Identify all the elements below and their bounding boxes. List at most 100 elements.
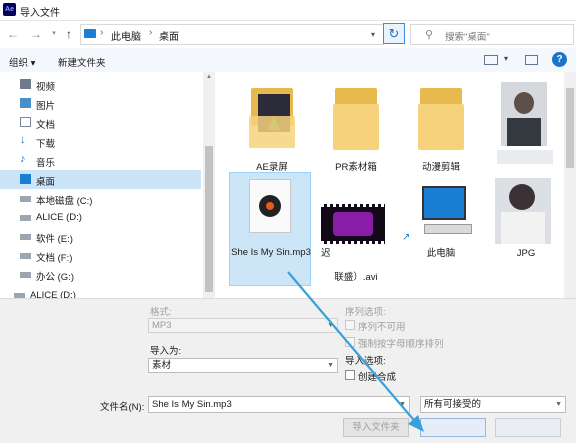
breadcrumb-this-pc[interactable]: 此电脑 [111, 28, 141, 43]
sidebar-item-label: 下载 [36, 139, 56, 150]
sidebar-item-downloads[interactable]: ↓ 下载 [0, 132, 201, 151]
sequence-checkbox[interactable] [345, 320, 355, 330]
chevron-down-icon: ▼ [399, 401, 406, 408]
history-dropdown-icon[interactable]: ▾ [47, 27, 61, 41]
file-item-this-pc[interactable]: ↗ 此电脑 [400, 176, 482, 286]
blurred-label [497, 150, 553, 164]
sidebar-item-music[interactable]: ♪ 音乐 [0, 151, 201, 170]
sidebar-item-desktop[interactable]: 桌面 [0, 170, 201, 189]
sidebar-item-drive-c[interactable]: 本地磁盘 (C:) [0, 189, 201, 208]
file-item-photo[interactable] [485, 80, 567, 190]
import-options-label: 导入选项: [345, 356, 386, 367]
file-type-select[interactable]: 所有可接受的 ▼ [420, 396, 566, 413]
photo-thumbnail [501, 82, 547, 146]
drive-icon [20, 253, 31, 259]
breadcrumb-desktop[interactable]: 桌面 [159, 28, 179, 43]
sidebar-item-label: 本地磁盘 (C:) [36, 196, 93, 207]
file-item-pr-assets[interactable]: PR素材箱 [315, 80, 397, 190]
drive-icon [20, 272, 31, 278]
drive-icon [20, 215, 31, 221]
sidebar-item-network-drive-d[interactable]: ALICE (D:) [0, 286, 201, 298]
refresh-button[interactable]: ↻ [383, 23, 405, 44]
window-title: 导入文件 [20, 8, 60, 19]
file-label: She Is My Sin.mp3 [231, 247, 311, 258]
search-box[interactable]: ⚲ 搜索"桌面" [410, 24, 574, 45]
file-label: 迟 [321, 248, 331, 259]
alphabetical-checkbox[interactable] [345, 337, 355, 347]
search-icon: ⚲ [425, 29, 434, 41]
photo-thumbnail [495, 178, 551, 244]
music-icon: ♪ [20, 153, 26, 165]
drive-icon [20, 234, 31, 240]
sidebar-item-label: 办公 (G:) [36, 272, 74, 283]
folder-front [249, 116, 295, 148]
sidebar-item-documents[interactable]: 文档 [0, 113, 201, 132]
sidebar-item-label: 文档 (F:) [36, 253, 73, 264]
sidebar-item-pictures[interactable]: 图片 [0, 94, 201, 113]
file-list-pane: AE录屏 PR素材箱 动漫剪辑 She Is My Sin.mp3 迟 联盛）.… [215, 72, 576, 298]
drive-icon [20, 196, 31, 202]
documents-icon [20, 117, 31, 127]
file-item-mp3[interactable]: She Is My Sin.mp3 [229, 172, 311, 286]
chevron-down-icon: ▼ [555, 401, 562, 408]
file-item-photo-jpg[interactable]: JPG [485, 176, 567, 286]
sidebar-item-videos[interactable]: 视频 [0, 75, 201, 94]
file-label: PR素材箱 [335, 162, 377, 173]
preview-pane-icon[interactable] [525, 55, 538, 65]
help-icon[interactable]: ? [552, 52, 567, 67]
file-label-line2: 联盛）.avi [334, 272, 378, 283]
scroll-up-icon[interactable]: ▲ [203, 74, 215, 80]
file-item-video[interactable]: 迟 联盛）.avi [315, 176, 397, 286]
sidebar-item-drive-d[interactable]: ALICE (D:) [0, 208, 201, 227]
sidebar-scrollbar-thumb[interactable] [205, 146, 213, 292]
title-bar: Ae 导入文件 [0, 0, 576, 21]
sidebar-item-drive-e[interactable]: 软件 (E:) [0, 227, 201, 246]
view-dropdown-icon[interactable]: ▾ [504, 54, 508, 63]
address-dropdown-icon[interactable]: ▾ [364, 25, 382, 44]
sequence-checkbox-label: 序列不可用 [358, 322, 406, 333]
import-button[interactable] [420, 418, 486, 437]
import-as-select[interactable]: 素材 ▼ [148, 358, 338, 373]
import-folder-button[interactable]: 导入文件夹 [343, 418, 409, 437]
cancel-button[interactable] [495, 418, 561, 437]
format-select[interactable]: MP3 ▼ [148, 318, 338, 333]
pictures-icon [20, 98, 31, 108]
filename-value: She Is My Sin.mp3 [152, 399, 232, 410]
breadcrumb-separator: › [149, 27, 153, 38]
file-label: 动漫剪辑 [421, 162, 460, 173]
format-label: 格式: [150, 307, 172, 318]
navigation-pane: 视频 图片 文档 ↓ 下载 ♪ 音乐 桌面 本地磁盘 (C:) ALICE (D… [0, 72, 203, 298]
new-folder-button[interactable]: 新建文件夹 [58, 55, 106, 69]
chevron-down-icon: ▼ [327, 362, 334, 369]
sidebar-item-drive-g[interactable]: 办公 (G:) [0, 265, 201, 284]
search-placeholder: 搜索"桌面" [445, 32, 490, 43]
create-composition-checkbox[interactable] [345, 370, 355, 380]
format-value: MP3 [152, 320, 172, 331]
sidebar-item-label: 桌面 [36, 177, 56, 188]
view-options-icon[interactable] [484, 55, 498, 65]
shortcut-arrow-icon: ↗ [402, 232, 411, 243]
desktop-icon [20, 174, 31, 184]
sequence-options-label: 序列选项: [345, 307, 386, 318]
document-icon [249, 179, 291, 233]
filename-label: 文件名(N): [100, 402, 145, 413]
import-as-value: 素材 [152, 360, 172, 371]
sidebar-item-drive-f[interactable]: 文档 (F:) [0, 246, 201, 265]
address-bar[interactable]: › 此电脑 › 桌面 [80, 24, 384, 45]
filename-input[interactable]: She Is My Sin.mp3 ▼ [148, 396, 410, 413]
sidebar-item-label: 音乐 [36, 158, 56, 169]
sidebar-item-label: 文档 [36, 120, 56, 131]
forward-icon[interactable]: → [29, 27, 43, 41]
alphabetical-checkbox-label: 强制按字母顺序排列 [358, 339, 444, 350]
file-type-value: 所有可接受的 [424, 399, 482, 410]
sidebar-item-label: 图片 [36, 101, 56, 112]
file-item-anime-edits[interactable]: 动漫剪辑 [400, 80, 482, 190]
back-icon[interactable]: ← [6, 27, 20, 41]
file-pane-scrollbar-thumb[interactable] [566, 88, 574, 168]
up-icon[interactable]: ↑ [62, 27, 76, 41]
folder-front [333, 104, 379, 150]
chevron-down-icon: ▼ [327, 322, 334, 329]
organize-button[interactable]: 组织 ▾ [9, 55, 35, 69]
file-label: JPG [516, 248, 536, 259]
sidebar-item-label: ALICE (D:) [30, 290, 76, 298]
